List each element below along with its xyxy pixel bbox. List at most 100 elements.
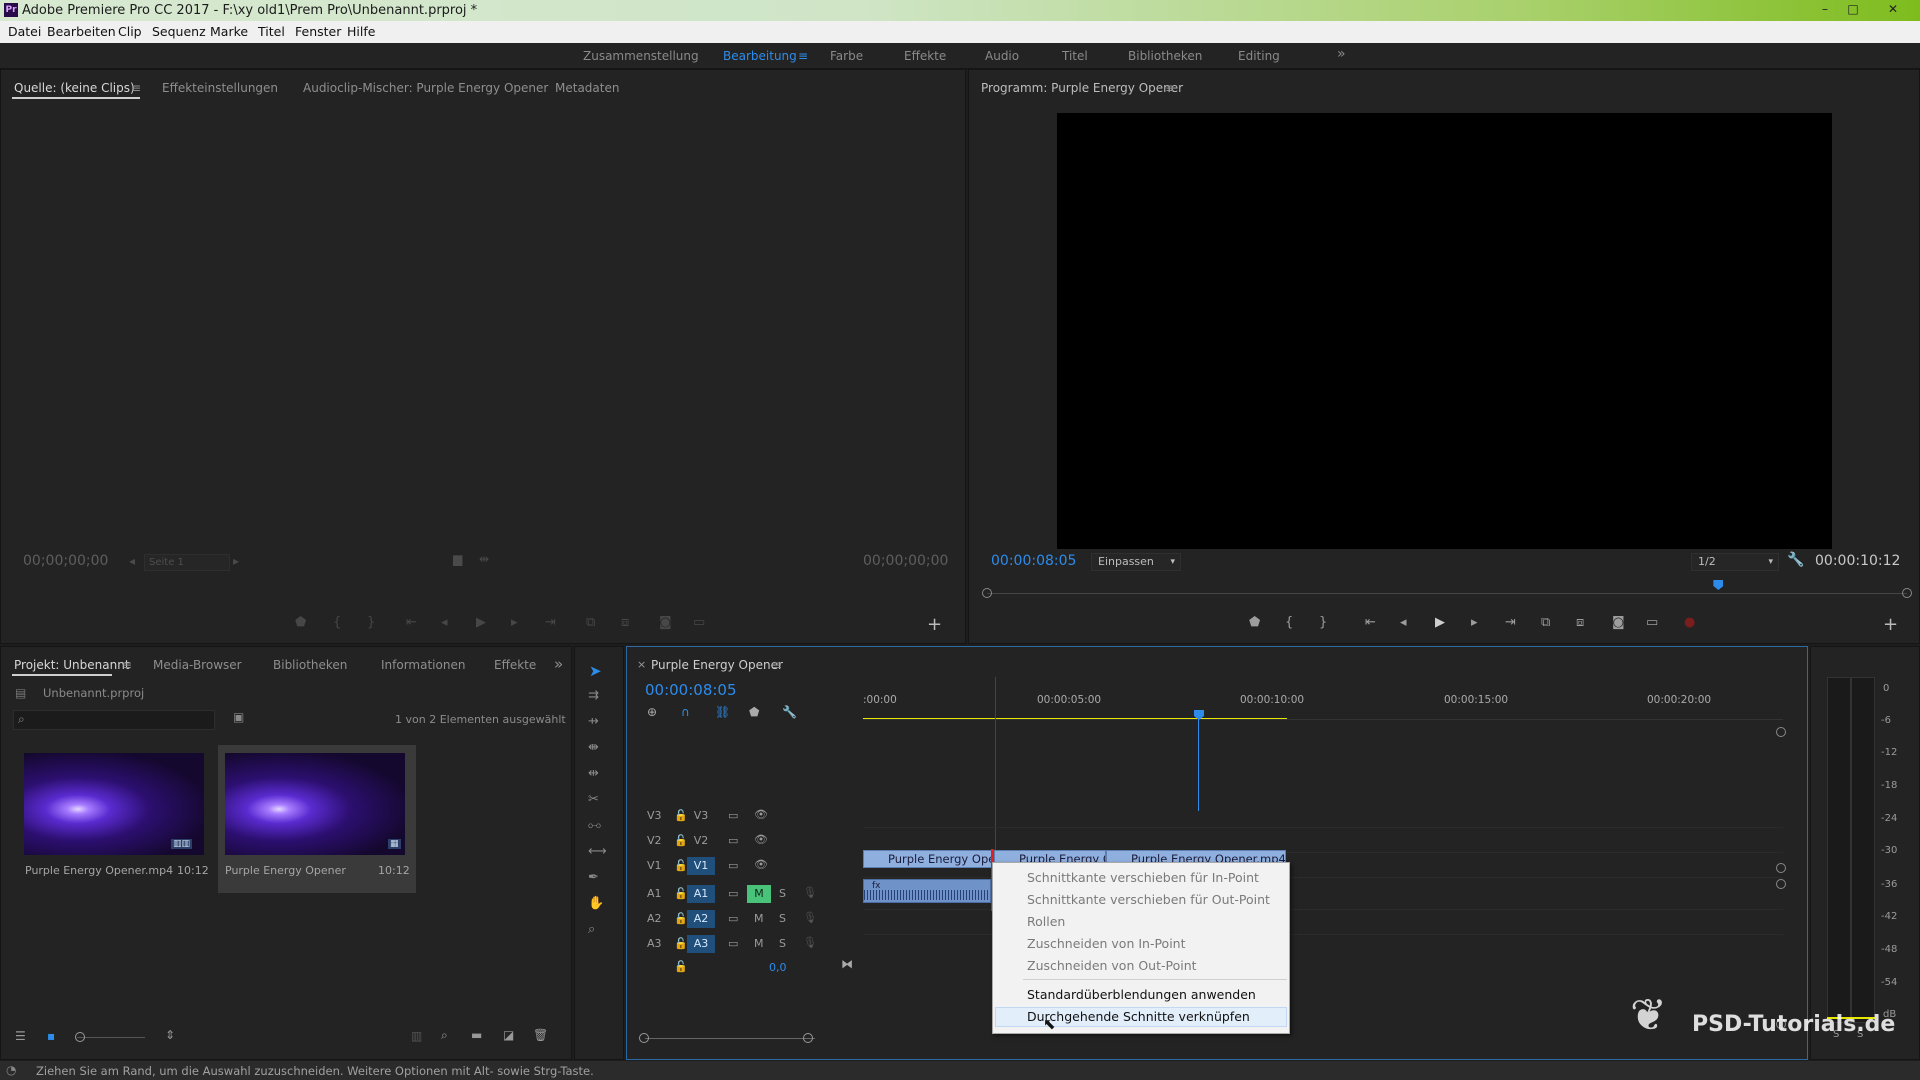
track-target-a3[interactable]: A3 (647, 937, 662, 950)
tab-audio-clip-mixer[interactable]: Audioclip-Mischer: Purple Energy Opener (303, 81, 548, 95)
eye-icon[interactable]: 👁 (754, 808, 768, 821)
sequence-tab[interactable]: Purple Energy Opener (651, 658, 783, 672)
source-drop-icon[interactable]: ▆ (453, 552, 462, 566)
tab-source[interactable]: Quelle: (keine Clips) (14, 81, 135, 95)
zoom-handle-right[interactable] (1902, 588, 1912, 598)
zoom-slider-handle[interactable] (75, 1032, 85, 1042)
lock-icon[interactable]: 🔓 (674, 912, 688, 925)
eye-icon[interactable]: 👁 (754, 858, 768, 871)
mute-a1-button[interactable]: M (747, 885, 771, 903)
menu-item-trim-in[interactable]: Zuschneiden von In-Point (1027, 936, 1186, 951)
mark-in-icon[interactable]: { (1285, 615, 1293, 630)
lock-icon[interactable]: 🔓 (674, 834, 688, 847)
add-marker-icon[interactable]: ⬟ (1249, 615, 1260, 630)
source-drag-icon[interactable]: ⇹ (479, 552, 489, 566)
sequence-menu-icon[interactable]: ≡ (772, 658, 782, 672)
menu-fenster[interactable]: Fenster (295, 24, 341, 39)
source-tab-menu-icon[interactable]: ≡ (131, 81, 141, 95)
track-target-a1[interactable]: A1 (647, 887, 662, 900)
tab-metadata[interactable]: Metadaten (555, 81, 619, 95)
a-scroll-handle-bottom[interactable] (1776, 1019, 1786, 1029)
extract-icon[interactable]: ⧈ (1576, 615, 1584, 630)
a1-clip-1[interactable]: fx (863, 879, 991, 903)
track-target-v2[interactable]: V2 (647, 834, 662, 847)
project-item-2-selected[interactable]: ▦ Purple Energy Opener 10:12 (218, 745, 416, 893)
zoom-handle-left[interactable] (982, 588, 992, 598)
sort-icon[interactable]: ⇕ (165, 1028, 175, 1042)
track-select-tool-icon[interactable]: ⇉ (588, 688, 599, 703)
play-icon[interactable]: ▶ (1435, 615, 1445, 630)
step-back-icon[interactable]: ◂ (1400, 615, 1407, 630)
track-source-a1[interactable]: A1 (687, 885, 715, 903)
tab-effect-controls[interactable]: Effekteinstellungen (162, 81, 278, 95)
zoom-tool-icon[interactable]: ⌕ (588, 922, 595, 937)
minimize-button[interactable]: – (1812, 0, 1838, 18)
close-sequence-icon[interactable]: × (637, 658, 646, 671)
voiceover-mic-icon[interactable]: 🎙 (803, 911, 817, 924)
sync-lock-icon[interactable]: ▭ (728, 937, 738, 950)
record-icon[interactable]: ● (1684, 615, 1695, 630)
find-icon[interactable]: ⌕ (441, 1028, 448, 1043)
solo-a3-button[interactable]: S (779, 937, 786, 950)
sync-lock-icon[interactable]: ▭ (728, 859, 738, 872)
workspace-menu-icon[interactable]: ≡ (798, 49, 808, 63)
menu-item-ripple-in[interactable]: Schnittkante verschieben für In-Point (1027, 870, 1259, 885)
program-video-frame[interactable] (1057, 113, 1832, 549)
slip-tool-icon[interactable]: ⧟ (588, 818, 601, 833)
project-item-1[interactable]: ▥▥ Purple Energy Opener.mp4 10:12 (21, 749, 209, 889)
menu-item-join-through-edits[interactable]: Durchgehende Schnitte verknüpfen (1027, 1009, 1250, 1024)
menu-hilfe[interactable]: Hilfe (347, 24, 375, 39)
resolution-select[interactable]: 1/2 ▾ (1691, 553, 1779, 571)
mark-out-icon[interactable]: } (1319, 615, 1327, 630)
go-to-in-icon[interactable]: ⇤ (1365, 615, 1376, 630)
workspace-effekte[interactable]: Effekte (904, 49, 946, 63)
track-source-v2[interactable]: V2 (687, 832, 715, 850)
sync-lock-icon[interactable]: ▭ (728, 834, 738, 847)
h-zoom-scrollbar[interactable] (645, 1038, 815, 1039)
solo-a2-button[interactable]: S (779, 912, 786, 925)
step-back-icon[interactable]: ◂ (441, 615, 448, 630)
meter-solo-right[interactable]: S (1857, 1029, 1863, 1040)
page-next-icon[interactable]: ▸ (233, 554, 239, 568)
new-item-icon[interactable]: ◪ (503, 1028, 514, 1042)
slide-tool-icon[interactable]: ⟷ (588, 844, 607, 859)
program-playhead[interactable] (1713, 580, 1724, 590)
pen-tool-icon[interactable]: ✒ (588, 870, 599, 885)
compare-icon[interactable]: ▭ (1646, 615, 1658, 630)
menu-sequenz[interactable]: Sequenz (152, 24, 206, 39)
program-menu-icon[interactable]: ≡ (1165, 81, 1175, 95)
insert-icon[interactable]: ⧉ (586, 615, 595, 630)
menu-item-ripple-out[interactable]: Schnittkante verschieben für Out-Point (1027, 892, 1270, 907)
h-zoom-handle-left[interactable] (639, 1033, 649, 1043)
menu-clip[interactable]: Clip (118, 24, 142, 39)
track-source-a2[interactable]: A2 (687, 910, 715, 928)
go-to-end-icon[interactable]: ⧓ (841, 957, 853, 971)
list-view-icon[interactable]: ☰ (15, 1029, 26, 1043)
zoom-slider[interactable] (77, 1037, 145, 1038)
program-time-ruler[interactable] (982, 580, 1912, 600)
workspace-editing[interactable]: Editing (1238, 49, 1280, 63)
eye-icon[interactable]: 👁 (754, 833, 768, 846)
v-scroll-handle-mid[interactable] (1776, 863, 1786, 873)
menu-item-apply-default-transitions[interactable]: Standardüberblendungen anwenden (1027, 987, 1256, 1002)
export-frame-icon[interactable]: ◙ (659, 615, 672, 630)
program-timecode-current[interactable]: 00:00:08:05 (991, 553, 1076, 569)
menu-marke[interactable]: Marke (210, 24, 248, 39)
selection-tool-icon[interactable]: ➤ (589, 662, 602, 680)
master-volume-value[interactable]: 0,0 (769, 961, 787, 974)
menu-bearbeiten[interactable]: Bearbeiten (47, 24, 116, 39)
sync-lock-icon[interactable]: ▭ (728, 912, 738, 925)
close-window-button[interactable]: ✕ (1880, 0, 1906, 18)
automate-icon[interactable]: ▥ (411, 1029, 422, 1043)
sync-lock-icon[interactable]: ▭ (728, 887, 738, 900)
trash-icon[interactable]: 🗑 (533, 1028, 548, 1042)
overwrite-icon[interactable]: ⧈ (621, 615, 629, 630)
v1-clip-1[interactable]: Purple Energy Opener.mp4 [V] (863, 850, 993, 868)
v-scroll-handle-top[interactable] (1776, 727, 1786, 737)
step-forward-icon[interactable]: ▸ (511, 615, 518, 630)
track-source-a3[interactable]: A3 (687, 935, 715, 953)
lock-icon[interactable]: 🔓 (674, 859, 688, 872)
h-zoom-handle-right[interactable] (803, 1033, 813, 1043)
snap-icon[interactable]: ∩ (681, 705, 690, 719)
menu-titel[interactable]: Titel (258, 24, 285, 39)
